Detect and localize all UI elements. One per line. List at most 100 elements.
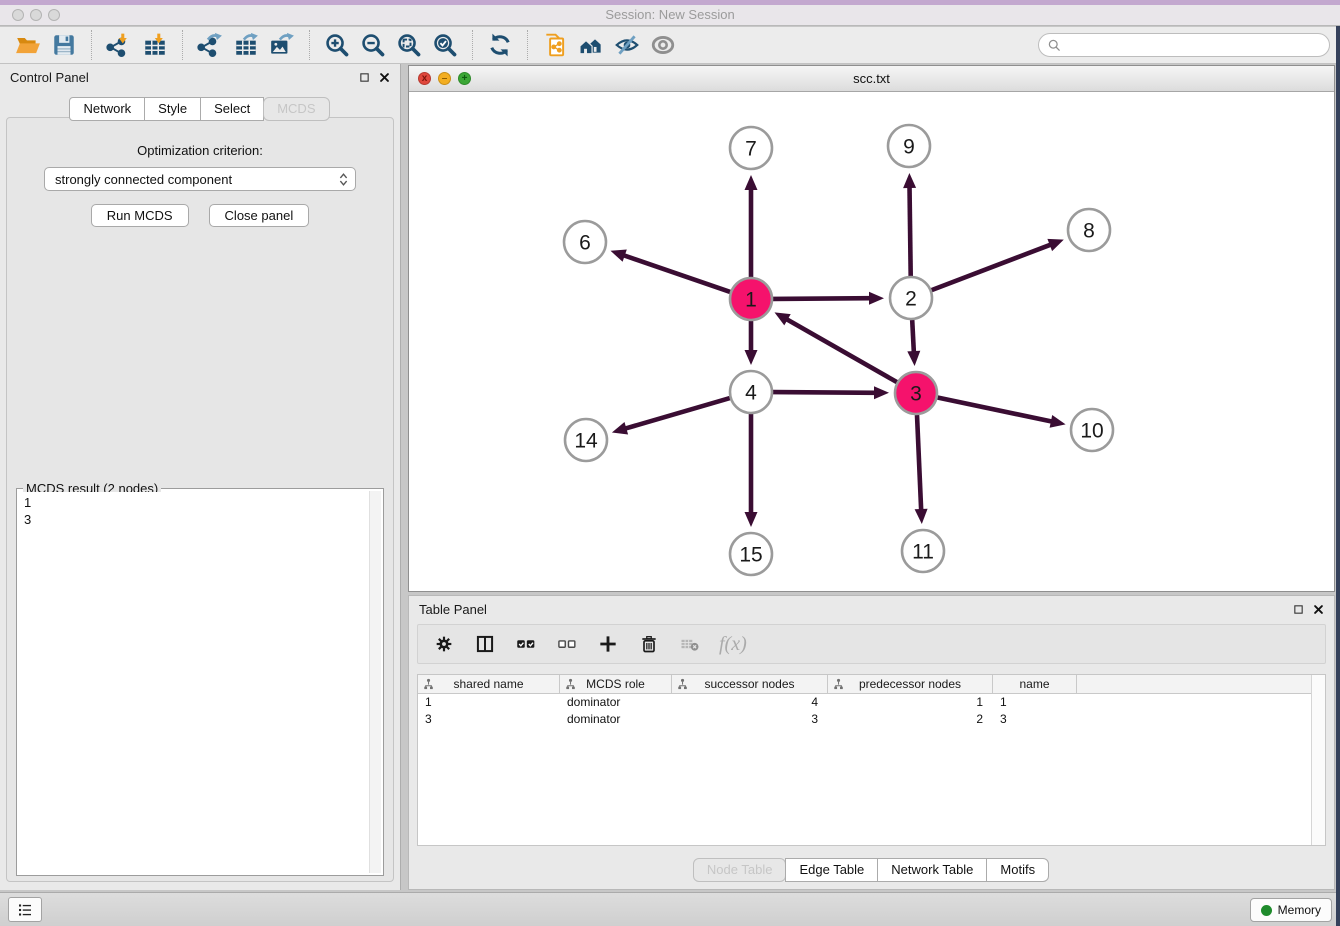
run-mcds-button[interactable]: Run MCDS [91,204,189,227]
graph-arrowhead [1050,415,1066,428]
export-table-button[interactable] [228,30,264,60]
close-table-panel-icon[interactable] [1313,604,1324,615]
network-minimize-button[interactable]: – [438,72,451,85]
add-row-button[interactable] [596,632,620,656]
zoom-in-button[interactable] [319,30,355,60]
optimization-criterion-label: Optimization criterion: [7,143,393,158]
control-tab-select[interactable]: Select [200,97,264,121]
search-box[interactable] [1038,33,1330,57]
graph-edge-2-8[interactable] [932,244,1052,290]
function-builder-button[interactable]: f(x) [719,632,747,656]
task-history-button[interactable] [8,897,42,922]
clone-network-icon [542,32,568,58]
first-neighbors-button[interactable] [573,30,609,60]
import-network-icon [106,32,132,58]
deselect-all-columns-button[interactable] [555,632,579,656]
graph-edge-2-3[interactable] [912,320,914,353]
network-view-window: x – + scc.txt 7968124314101511 [408,65,1335,592]
tree-icon [677,678,689,690]
tab-edge-table[interactable]: Edge Table [785,858,878,882]
float-table-panel-icon[interactable] [1293,604,1304,615]
zoom-out-icon [360,32,386,58]
main-toolbar [0,27,1340,64]
control-tab-mcds[interactable]: MCDS [263,97,329,121]
toolbar-separator [472,30,473,60]
export-network-button[interactable] [192,30,228,60]
clone-network-button[interactable] [537,30,573,60]
close-panel-button[interactable]: Close panel [209,204,310,227]
control-tab-style[interactable]: Style [144,97,201,121]
delete-table-icon [680,634,700,654]
memory-button-label: Memory [1278,903,1321,917]
network-canvas[interactable]: 7968124314101511 [409,93,1334,593]
open-file-icon [15,32,41,58]
graph-arrowhead [745,175,758,190]
mcds-result-text[interactable]: 1 3 [19,492,368,873]
table-panel-title: Table Panel [419,602,487,617]
refresh-layout-icon [487,32,513,58]
network-maximize-button[interactable]: + [458,72,471,85]
save-session-button[interactable] [46,30,82,60]
graph-edge-4-14[interactable] [624,398,730,429]
select-all-columns-button[interactable] [514,632,538,656]
graph-node-label-9: 9 [903,136,915,159]
column-layout-icon [475,634,495,654]
network-canvas-container: 7968124314101511 [409,93,1334,591]
close-panel-icon[interactable] [379,72,390,83]
graph-node-label-4: 4 [745,382,757,405]
column-header-predecessor-nodes[interactable]: predecessor nodes [828,675,993,693]
tab-node-table[interactable]: Node Table [693,858,787,882]
memory-button[interactable]: Memory [1250,898,1332,922]
float-panel-icon[interactable] [359,72,370,83]
graph-edge-3-10[interactable] [938,398,1053,422]
mcds-result-box: MCDS result (2 nodes) 1 3 [16,488,384,876]
export-image-icon [269,32,295,58]
zoom-out-button[interactable] [355,30,391,60]
table-cell: dominator [560,711,672,728]
table-row[interactable]: 3dominator323 [418,711,1325,728]
mcds-result-scrollbar[interactable] [369,491,381,873]
optimization-criterion-dropdown[interactable]: strongly connected component [44,167,356,191]
table-toolbar: f(x) [417,624,1326,664]
hide-selected-button[interactable] [609,30,645,60]
network-close-button[interactable]: x [418,72,431,85]
graph-arrowhead [874,386,889,399]
table-row[interactable]: 1dominator411 [418,694,1325,711]
column-layout-button[interactable] [473,632,497,656]
tab-motifs[interactable]: Motifs [986,858,1049,882]
table-scrollbar[interactable] [1311,675,1325,845]
table-settings-button[interactable] [432,632,456,656]
import-table-button[interactable] [137,30,173,60]
network-window-titlebar[interactable]: x – + scc.txt [409,66,1334,92]
graph-edge-4-3[interactable] [773,392,876,393]
table-cell: 4 [672,694,828,711]
import-table-icon [142,32,168,58]
graph-edge-3-11[interactable] [917,415,921,511]
show-all-button[interactable] [645,30,681,60]
graph-arrowhead [907,351,920,366]
open-file-button[interactable] [10,30,46,60]
export-table-icon [233,32,259,58]
delete-table-button[interactable] [678,632,702,656]
import-network-button[interactable] [101,30,137,60]
zoom-fit-button[interactable] [391,30,427,60]
graph-edge-1-2[interactable] [773,298,871,299]
graph-edge-1-6[interactable] [623,255,730,292]
control-tab-network[interactable]: Network [69,97,145,121]
table-header-row: shared nameMCDS rolesuccessor nodesprede… [418,675,1325,694]
export-image-button[interactable] [264,30,300,60]
refresh-layout-button[interactable] [482,30,518,60]
table-panel-tabs: Node TableEdge TableNetwork TableMotifs [409,858,1334,882]
column-header-shared-name[interactable]: shared name [418,675,560,693]
search-input[interactable] [1066,37,1321,54]
column-header-successor-nodes[interactable]: successor nodes [672,675,828,693]
delete-row-button[interactable] [637,632,661,656]
zoom-selected-button[interactable] [427,30,463,60]
graph-edge-2-9[interactable] [910,186,911,276]
table-panel: Table Panel f(x) shared nameMCDS rolesuc… [408,595,1335,890]
tab-network-table[interactable]: Network Table [877,858,987,882]
column-header-name[interactable]: name [993,675,1077,693]
column-header-MCDS-role[interactable]: MCDS role [560,675,672,693]
graph-edge-3-1[interactable] [786,319,897,382]
deselect-all-columns-icon [557,634,577,654]
